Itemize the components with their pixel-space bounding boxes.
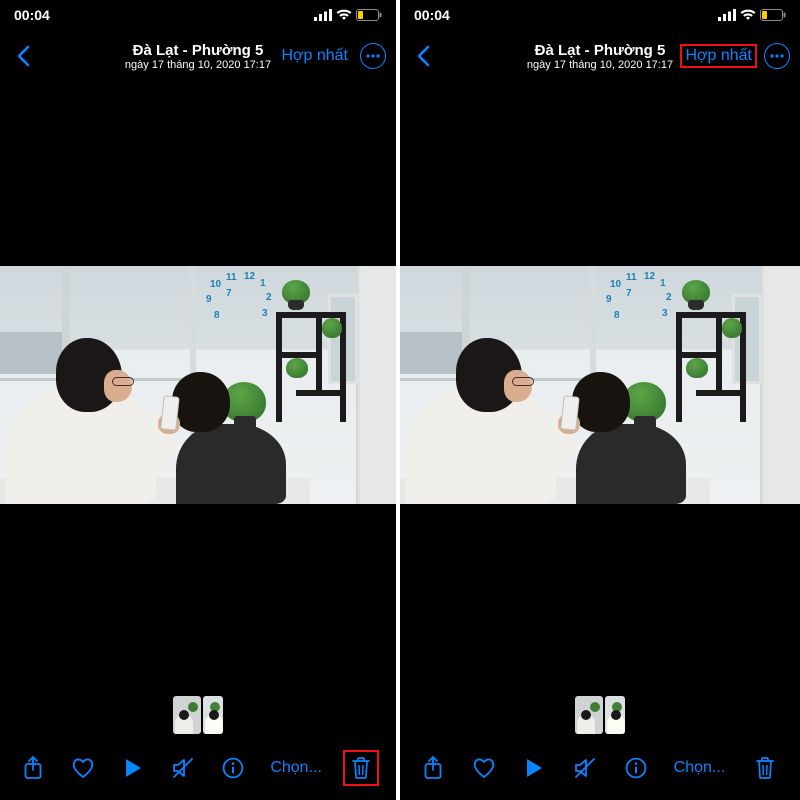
wifi-icon: [336, 9, 352, 21]
mute-button[interactable]: [570, 753, 600, 783]
wifi-icon: [740, 9, 756, 21]
signal-icon: [718, 9, 736, 21]
photo-viewer[interactable]: 8 9 10 11 12 1 2 3 7: [0, 82, 396, 688]
play-icon: [124, 758, 142, 778]
play-icon: [525, 758, 543, 778]
chevron-left-icon: [16, 45, 30, 67]
nav-title-group: Đà Lạt - Phường 5 ngày 17 tháng 10, 2020…: [125, 42, 271, 71]
bottom-toolbar: Chọn...: [0, 742, 396, 800]
status-bar: 00:04: [0, 0, 396, 30]
favorite-button[interactable]: [469, 753, 499, 783]
status-bar: 00:04: [400, 0, 800, 30]
phone-screen-right: 00:04 Đà Lạt - Phường 5 ngày 17 tháng 10…: [400, 0, 800, 800]
status-time: 00:04: [14, 7, 50, 23]
bottom-toolbar: Chọn...: [400, 742, 800, 800]
select-button[interactable]: Chọn...: [268, 759, 324, 777]
share-icon: [423, 756, 443, 780]
speaker-slash-icon: [171, 757, 195, 779]
status-indicators: [718, 9, 786, 21]
status-indicators: [314, 9, 382, 21]
back-button[interactable]: [410, 45, 436, 67]
photo-content: 8 9 10 11 12 1 2 3 7: [400, 266, 800, 504]
info-button[interactable]: [218, 753, 248, 783]
letterbox-top: [400, 82, 800, 266]
trash-button[interactable]: [344, 751, 378, 785]
nav-subtitle: ngày 17 tháng 10, 2020 17:17: [125, 59, 271, 71]
favorite-button[interactable]: [68, 753, 98, 783]
thumbnail-1[interactable]: [575, 696, 603, 734]
more-button[interactable]: [764, 43, 790, 69]
thumbnail-scrubber[interactable]: [0, 688, 396, 742]
status-time: 00:04: [414, 7, 450, 23]
speaker-slash-icon: [573, 757, 597, 779]
chevron-left-icon: [416, 45, 430, 67]
nav-bar: Đà Lạt - Phường 5 ngày 17 tháng 10, 2020…: [400, 30, 800, 82]
heart-icon: [71, 757, 95, 779]
thumbnail-1[interactable]: [173, 696, 201, 734]
trash-icon: [351, 756, 371, 780]
merge-button[interactable]: Hợp nhất: [277, 45, 352, 67]
trash-button[interactable]: [748, 751, 782, 785]
info-icon: [625, 757, 647, 779]
letterbox-bottom: [0, 504, 396, 688]
share-icon: [23, 756, 43, 780]
share-button[interactable]: [418, 753, 448, 783]
play-button[interactable]: [118, 753, 148, 783]
battery-low-icon: [356, 9, 382, 21]
ellipsis-icon: [770, 54, 784, 58]
letterbox-top: [0, 82, 396, 266]
thumbnail-2[interactable]: [605, 696, 625, 734]
thumbnail-2[interactable]: [203, 696, 223, 734]
nav-subtitle: ngày 17 tháng 10, 2020 17:17: [527, 59, 673, 71]
battery-low-icon: [760, 9, 786, 21]
ellipsis-icon: [366, 54, 380, 58]
back-button[interactable]: [10, 45, 36, 67]
photo-viewer[interactable]: 8 9 10 11 12 1 2 3 7: [400, 82, 800, 688]
mute-button[interactable]: [168, 753, 198, 783]
photo-content: 8 9 10 11 12 1 2 3 7: [0, 266, 396, 504]
nav-title: Đà Lạt - Phường 5: [527, 42, 673, 59]
merge-button[interactable]: Hợp nhất: [681, 45, 756, 67]
select-button[interactable]: Chọn...: [672, 759, 728, 777]
more-button[interactable]: [360, 43, 386, 69]
share-button[interactable]: [18, 753, 48, 783]
info-icon: [222, 757, 244, 779]
phone-screen-left: 00:04 Đà Lạt - Phường 5 ngày 17 tháng 10…: [0, 0, 400, 800]
signal-icon: [314, 9, 332, 21]
heart-icon: [472, 757, 496, 779]
nav-title-group: Đà Lạt - Phường 5 ngày 17 tháng 10, 2020…: [527, 42, 673, 71]
nav-title: Đà Lạt - Phường 5: [125, 42, 271, 59]
thumbnail-scrubber[interactable]: [400, 688, 800, 742]
trash-icon: [755, 756, 775, 780]
play-button[interactable]: [519, 753, 549, 783]
letterbox-bottom: [400, 504, 800, 688]
info-button[interactable]: [621, 753, 651, 783]
nav-bar: Đà Lạt - Phường 5 ngày 17 tháng 10, 2020…: [0, 30, 396, 82]
